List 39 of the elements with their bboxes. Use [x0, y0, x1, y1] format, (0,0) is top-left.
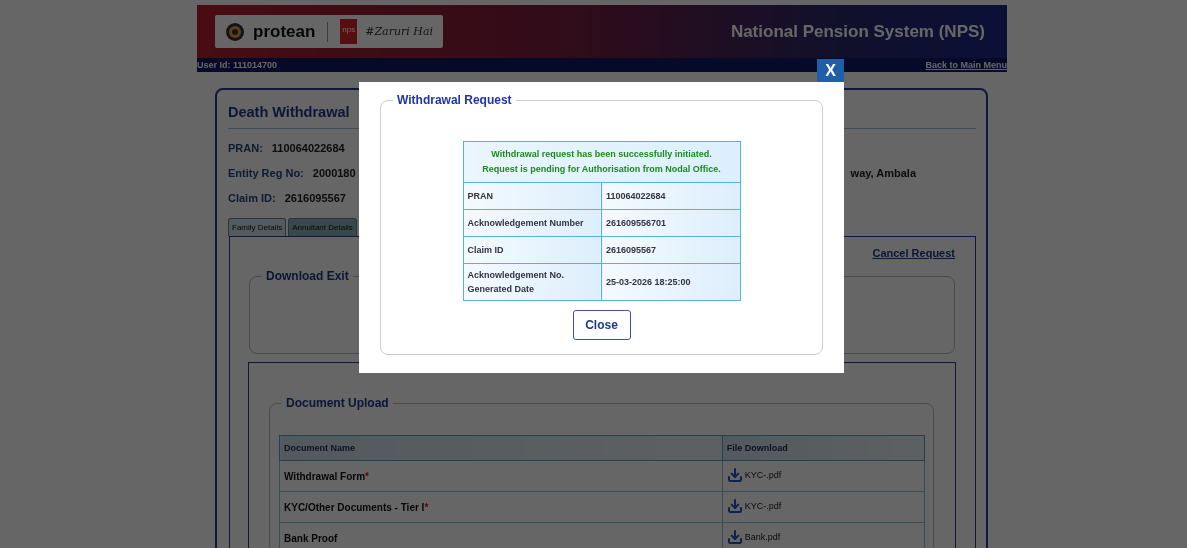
back-link[interactable]: Back to Main Menu: [925, 60, 1007, 70]
file-link[interactable]: KYC-.pdf: [726, 467, 782, 483]
download-icon: [726, 529, 743, 545]
table-cell: 25-03-2026 18:25:00: [601, 263, 740, 301]
table-cell: Bank Proof: [279, 522, 723, 548]
nps-badge: nps: [340, 19, 358, 44]
header-title: National Pension System (NPS): [730, 21, 985, 42]
table-cell: 261609556701: [601, 209, 740, 237]
download-icon: [726, 498, 743, 514]
success-message: Withdrawal request has been successfully initiated. Request is pending for Authorisation from Nodal Office.: [463, 141, 740, 183]
field-label: PRAN:: [228, 142, 263, 154]
table-cell: Claim ID: [463, 236, 602, 264]
section-title: Document Upload: [282, 396, 393, 410]
cancel-link[interactable]: Cancel Request: [872, 247, 955, 259]
address-text: way, Ambala: [850, 167, 916, 179]
table-cell: 110064022684: [601, 182, 740, 210]
table-cell: KYC/Other Documents - Tier I*: [279, 491, 723, 523]
tab[interactable]: Family Details: [228, 218, 287, 236]
file-link[interactable]: Bank.pdf: [726, 529, 781, 545]
table-cell: PRAN: [463, 182, 602, 210]
logo-icon: [225, 21, 245, 42]
field-label: Claim ID:: [228, 192, 276, 204]
tab[interactable]: Annuitant Details: [288, 218, 357, 236]
download-icon: [726, 467, 743, 483]
close-button[interactable]: Close: [572, 310, 631, 340]
section-title: Download Exit: [262, 269, 353, 283]
table-cell: 2616095567: [601, 236, 740, 264]
dialog-title: Withdrawal Request: [393, 93, 516, 107]
column-header: File Download: [722, 435, 925, 461]
table-cell: Withdrawal Form*: [279, 460, 723, 492]
file-link[interactable]: KYC-.pdf: [726, 498, 782, 514]
tagline: #Zaruri Hai: [365, 25, 433, 38]
close-button[interactable]: X: [817, 59, 844, 82]
field-label: Entity Reg No:: [228, 167, 304, 179]
column-header: Document Name: [279, 435, 723, 461]
brand-name: protean: [253, 21, 316, 42]
user-id: User Id: 111014700: [197, 60, 278, 70]
table-cell: Acknowledgement No. Generated Date: [463, 263, 602, 301]
table-cell: Acknowledgement Number: [463, 209, 602, 237]
